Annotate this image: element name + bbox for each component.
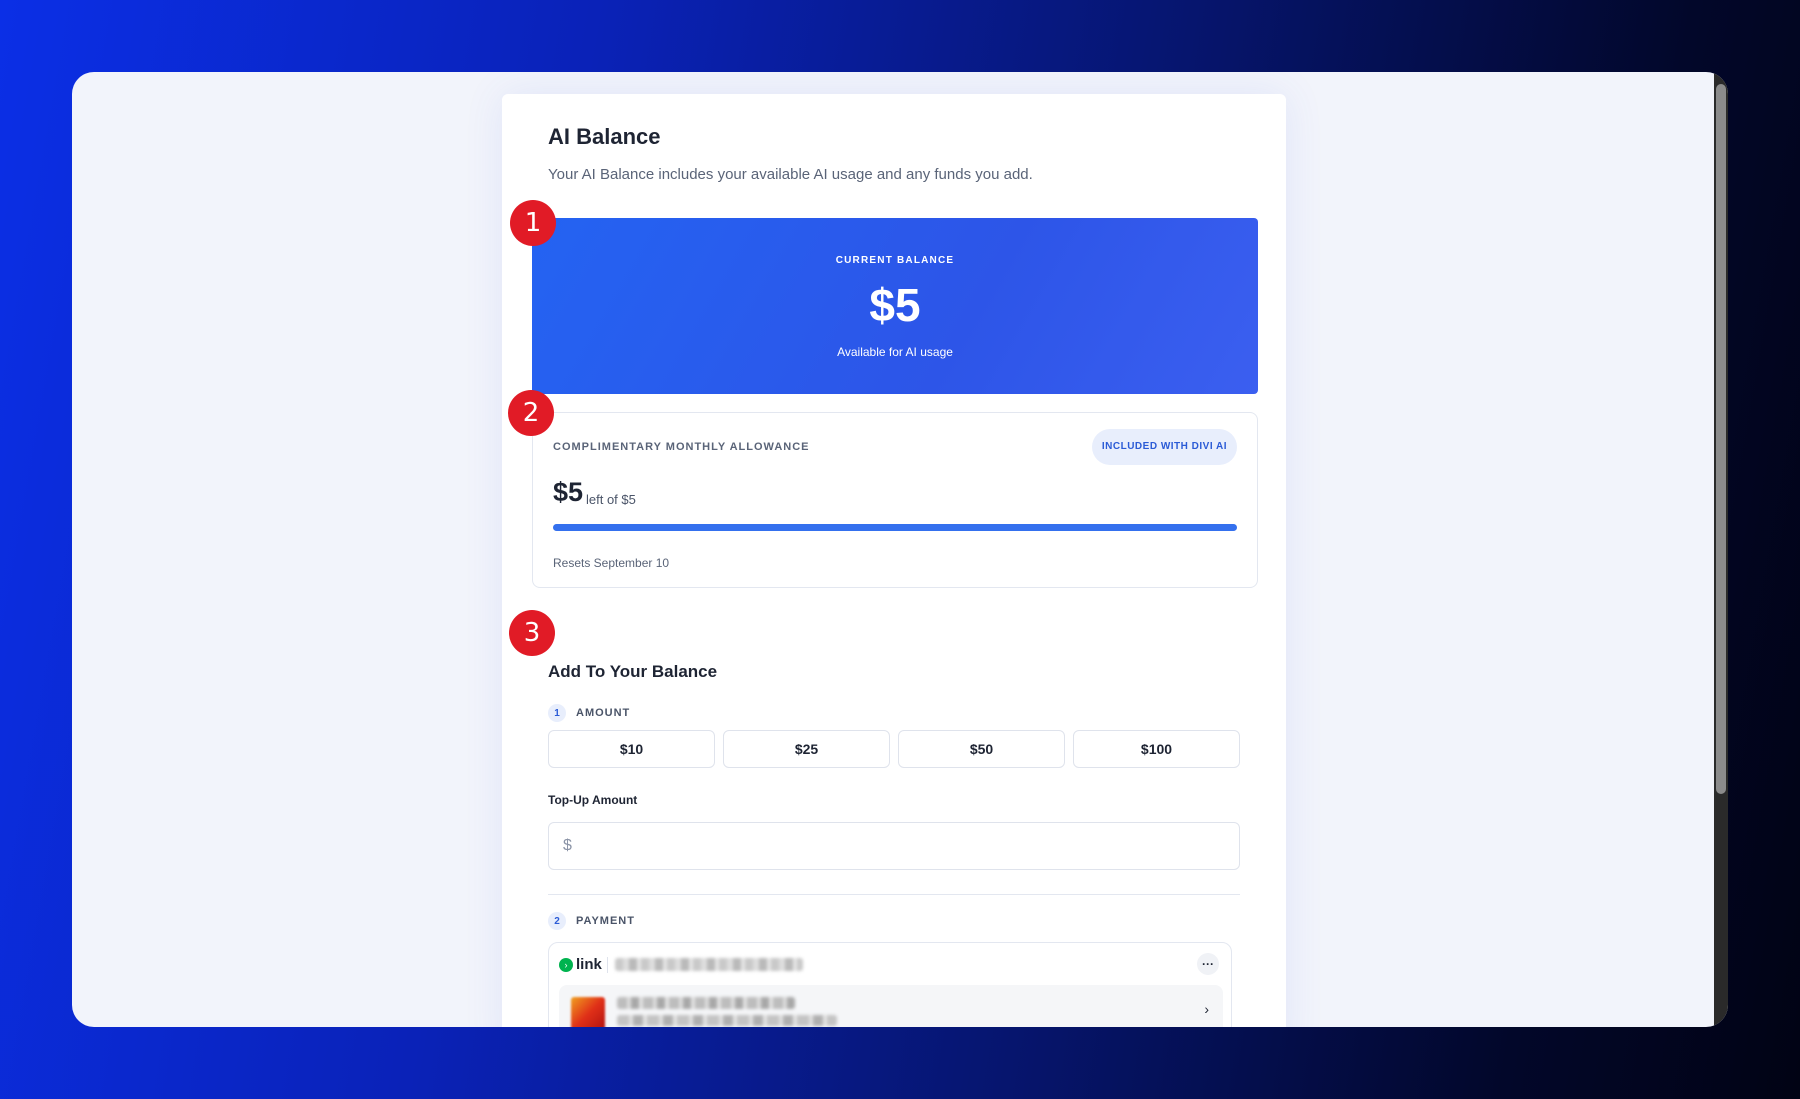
link-payment-box: › link ··· › (548, 942, 1232, 1027)
monthly-allowance-card: COMPLIMENTARY MONTHLY ALLOWANCE INCLUDED… (532, 412, 1258, 588)
current-balance-amount: $5 (869, 279, 921, 331)
current-balance-card: CURRENT BALANCE $5 Available for AI usag… (532, 218, 1258, 394)
allowance-amount: $5 (553, 477, 584, 507)
link-separator (607, 957, 608, 973)
payment-step-number: 2 (548, 912, 566, 930)
annotation-marker-2: 2 (508, 390, 554, 436)
link-logo: › link (559, 956, 602, 973)
amount-step-label: AMOUNT (576, 707, 631, 719)
current-balance-caption: Available for AI usage (837, 345, 953, 359)
allowance-label: COMPLIMENTARY MONTHLY ALLOWANCE (553, 441, 810, 453)
allowance-progress-bar (553, 524, 1237, 531)
section-divider (548, 894, 1240, 895)
card-brand-icon (571, 997, 605, 1027)
browser-window: AI Balance Your AI Balance includes your… (72, 72, 1728, 1027)
page-title: AI Balance (548, 124, 661, 149)
topup-amount-input[interactable] (581, 823, 1231, 869)
topup-amount-label: Top-Up Amount (548, 793, 638, 807)
amount-option-100[interactable]: $100 (1073, 730, 1240, 768)
scrollbar[interactable] (1714, 72, 1728, 1027)
ai-balance-panel: AI Balance Your AI Balance includes your… (502, 94, 1286, 1027)
page-subtitle: Your AI Balance includes your available … (548, 166, 1033, 183)
allowance-progress-fill (553, 524, 1237, 531)
current-balance-label: CURRENT BALANCE (835, 255, 955, 266)
redacted-card-name (617, 997, 795, 1009)
chevron-right-icon: › (1204, 1001, 1209, 1017)
link-chevron-icon: › (559, 957, 573, 972)
allowance-reset-date: Resets September 10 (553, 556, 670, 570)
amount-option-50[interactable]: $50 (898, 730, 1065, 768)
payment-step: 2 PAYMENT (548, 912, 635, 930)
add-balance-title: Add To Your Balance (548, 662, 718, 681)
amount-step-number: 1 (548, 704, 566, 722)
link-wordmark: link (576, 956, 602, 973)
included-badge: INCLUDED WITH DIVI AI (1091, 429, 1237, 465)
amount-options: $10 $25 $50 $100 (548, 730, 1240, 768)
saved-payment-method[interactable]: › (559, 985, 1223, 1027)
redacted-email (615, 958, 803, 971)
payment-step-label: PAYMENT (576, 915, 635, 927)
amount-step: 1 AMOUNT (548, 704, 630, 722)
annotation-marker-3: 3 (509, 610, 555, 656)
amount-option-25[interactable]: $25 (723, 730, 890, 768)
more-options-icon[interactable]: ··· (1197, 953, 1219, 975)
redacted-card-details (617, 1015, 837, 1026)
allowance-total: left of $5 (586, 492, 636, 507)
annotation-marker-1: 1 (510, 200, 556, 246)
currency-symbol: $ (563, 837, 572, 854)
scrollbar-thumb[interactable] (1716, 84, 1726, 794)
topup-amount-field: $ (548, 822, 1240, 870)
amount-option-10[interactable]: $10 (548, 730, 715, 768)
